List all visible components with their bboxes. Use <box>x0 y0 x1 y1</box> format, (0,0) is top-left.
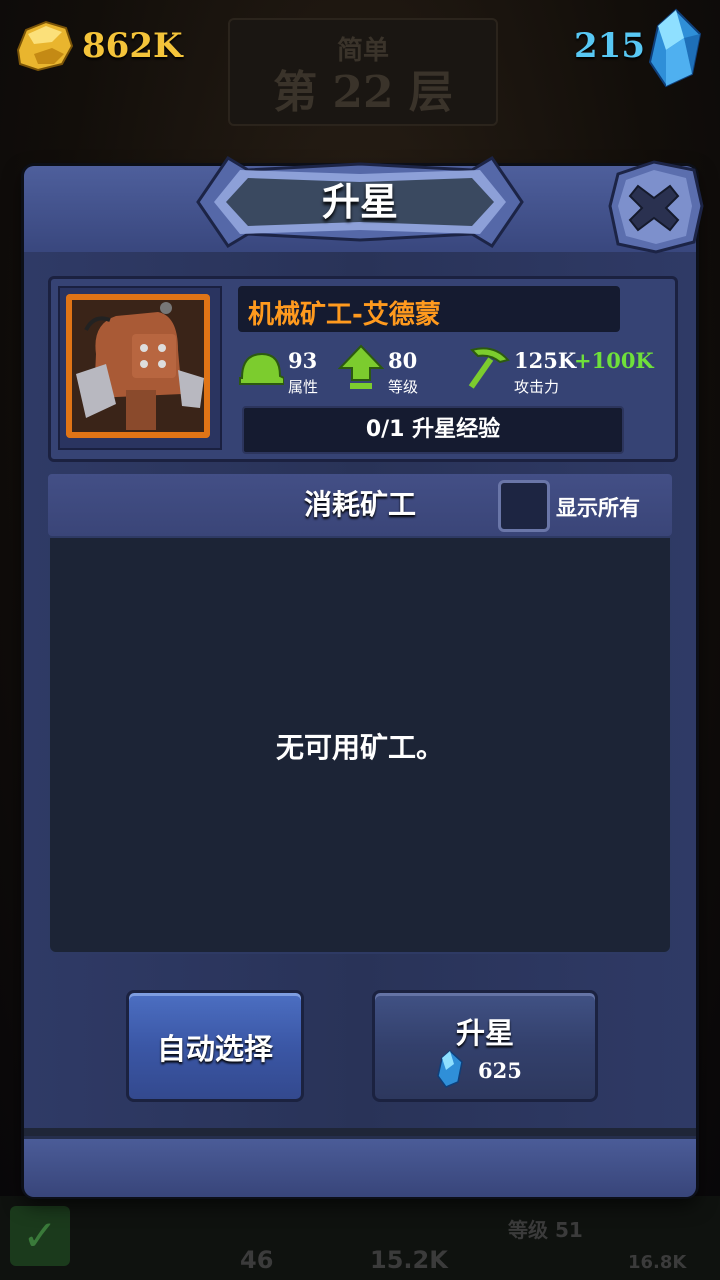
level-label: 等级 <box>388 378 419 396</box>
background-stat-b: 15.2K <box>370 1246 448 1274</box>
attribute-value: 93 <box>288 348 318 373</box>
difficulty-label: 简单 <box>336 36 389 66</box>
hero-name: 机械矿工-艾德蒙 <box>248 300 441 330</box>
pickaxe-icon <box>468 347 510 389</box>
background-stat-c: 16.8K <box>628 1252 687 1273</box>
blue-crystal-icon <box>648 8 702 88</box>
attack-value: 125K <box>514 348 577 373</box>
attack-label: 攻击力 <box>514 378 560 396</box>
empty-list-message: 无可用矿工。 <box>275 731 444 764</box>
show-all-checkbox[interactable] <box>498 480 550 532</box>
level-up-arrow-icon <box>338 344 384 389</box>
title-plate-label-wrap: 升星 <box>168 150 552 254</box>
show-all-label[interactable]: 显示所有 <box>556 492 640 522</box>
close-button[interactable] <box>604 156 708 256</box>
dialog-title: 升星 <box>321 180 398 224</box>
star-up-cost: 625 <box>478 1058 522 1083</box>
crystal-cost-icon <box>437 1050 463 1088</box>
mech-miner-portrait[interactable] <box>66 294 210 438</box>
gold-amount: 862K <box>82 26 183 66</box>
floor-indicator: 简单 第 22 层 <box>228 18 498 126</box>
gold-nugget-icon <box>16 20 74 72</box>
gem-amount: 215 <box>574 26 645 66</box>
auto-select-label: 自动选择 <box>156 1032 273 1066</box>
floor-label: 第 22 层 <box>273 67 453 118</box>
level-value: 80 <box>388 348 418 373</box>
star-up-label: 升星 <box>455 1016 514 1050</box>
background-level: 等级 51 <box>508 1218 583 1242</box>
background-bottom-strip <box>0 1196 720 1280</box>
background-stat-a: 46 <box>240 1246 274 1274</box>
dialog-footer-bar <box>24 1136 696 1197</box>
attack-bonus: +100K <box>574 348 654 373</box>
attribute-label: 属性 <box>288 378 319 396</box>
star-exp-bar: 0/1 升星经验 <box>242 406 624 454</box>
check-icon: ✓ <box>10 1206 70 1266</box>
helmet-icon <box>239 352 284 385</box>
